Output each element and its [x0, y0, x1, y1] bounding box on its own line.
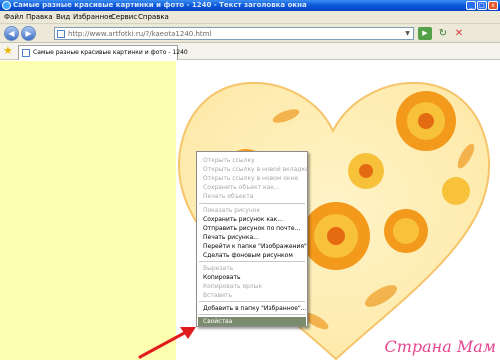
stop-icon[interactable]: ✕	[452, 27, 466, 40]
page-content: Открыть ссылку Открыть ссылку в новой вк…	[0, 61, 500, 360]
context-menu-item[interactable]: Сохранить рисунок как...	[203, 216, 283, 223]
close-button[interactable]: x	[488, 1, 498, 10]
context-menu-item-properties[interactable]: Свойства	[198, 317, 306, 326]
left-panel	[0, 61, 176, 360]
window-controls: _ □ x	[466, 1, 498, 10]
tab-label: Самые разные красивые картинки и фото - …	[33, 49, 188, 56]
watermark-text: Страна Мам	[384, 337, 496, 356]
tab-current[interactable]: Самые разные красивые картинки и фото - …	[18, 45, 188, 60]
back-arrow-icon: ◀	[8, 29, 15, 38]
context-menu-item[interactable]: Перейти к папке "Изображения"	[203, 243, 307, 250]
context-menu-item[interactable]: Добавить в папку "Избранное"...	[203, 305, 306, 312]
menu-file[interactable]: Файл	[4, 13, 23, 21]
context-menu-item[interactable]: Открыть ссылку в новом окне	[203, 175, 298, 182]
context-menu-item[interactable]: Вставить	[203, 292, 232, 299]
forward-arrow-icon: ▶	[25, 29, 32, 38]
context-menu-item[interactable]: Вырезать	[203, 265, 233, 272]
context-menu-item[interactable]: Печать рисунка...	[203, 234, 259, 241]
context-menu-item[interactable]: Открыть ссылку	[203, 157, 255, 164]
forward-button[interactable]: ▶	[21, 26, 36, 41]
context-menu-item[interactable]: Сделать фоновым рисунком	[203, 252, 293, 259]
context-menu: Открыть ссылку Открыть ссылку в новой вк…	[196, 151, 309, 327]
context-menu-item[interactable]: Копировать	[203, 274, 240, 281]
address-toolbar: ◀ ▶ http://www.artfotki.ru/?/kaeota1240.…	[0, 24, 500, 43]
chevron-down-icon[interactable]: ▼	[403, 29, 412, 38]
refresh-icon[interactable]: ↻	[436, 27, 450, 40]
favorites-star-icon[interactable]: ★	[3, 45, 15, 57]
address-url: http://www.artfotki.ru/?/kaeota1240.html	[68, 30, 212, 38]
context-menu-item[interactable]: Сохранить объект как...	[203, 184, 280, 191]
context-menu-item[interactable]: Открыть ссылку в новой вкладке	[203, 166, 309, 173]
menu-edit[interactable]: Правка	[26, 13, 53, 21]
back-button[interactable]: ◀	[4, 26, 19, 41]
window-title: Самые разные красивые картинки и фото - …	[13, 1, 307, 9]
tab-bar: ★ Самые разные красивые картинки и фото …	[0, 43, 500, 60]
red-arrow-icon	[138, 327, 196, 359]
address-input[interactable]: http://www.artfotki.ru/?/kaeota1240.html…	[54, 27, 414, 40]
properties-label: Свойства	[203, 318, 233, 325]
title-bar: Самые разные красивые картинки и фото - …	[0, 0, 500, 11]
context-menu-item[interactable]: Показать рисунок	[203, 207, 260, 214]
menu-tools[interactable]: Сервис	[111, 13, 137, 21]
menu-separator	[199, 314, 305, 315]
page-icon	[22, 49, 30, 57]
context-menu-item[interactable]: Отправить рисунок по почте...	[203, 225, 300, 232]
go-button[interactable]: ▶	[418, 27, 432, 40]
context-menu-item[interactable]: Печать объекта	[203, 193, 253, 200]
ie-icon	[2, 1, 11, 10]
maximize-button[interactable]: □	[477, 1, 487, 10]
menu-separator	[199, 261, 305, 262]
page-icon	[57, 30, 65, 38]
menu-separator	[199, 203, 305, 204]
menu-bar: Файл Правка Вид Избранное Сервис Справка	[0, 11, 500, 24]
context-menu-item[interactable]: Копировать ярлык	[203, 283, 262, 290]
menu-separator	[199, 301, 305, 302]
menu-favorites[interactable]: Избранное	[73, 13, 113, 21]
menu-view[interactable]: Вид	[56, 13, 70, 21]
menu-help[interactable]: Справка	[138, 13, 169, 21]
minimize-button[interactable]: _	[466, 1, 476, 10]
